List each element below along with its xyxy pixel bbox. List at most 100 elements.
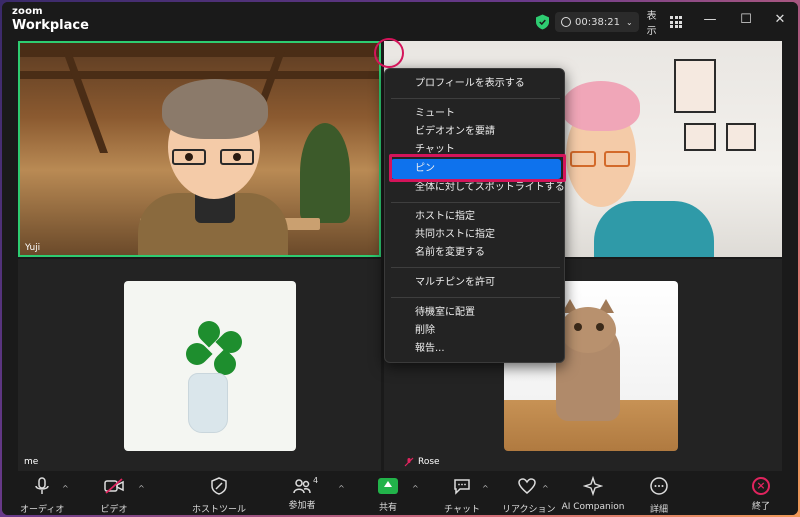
participants-label: 参加者 <box>288 501 316 511</box>
glasses <box>604 151 630 167</box>
wall-frame <box>684 123 716 151</box>
ai-companion-label: AI Companion <box>561 502 625 512</box>
minimize-button[interactable]: — <box>702 12 718 27</box>
menu-item-view-profile[interactable]: プロフィールを表示する <box>415 75 560 93</box>
meeting-timer[interactable]: 00:38:21 ⌄ <box>555 12 639 32</box>
reactions-button[interactable]: リアクション <box>502 476 556 515</box>
eye <box>233 153 241 161</box>
wall-frame <box>726 123 756 151</box>
chevron-up-icon[interactable]: ^ <box>542 484 549 493</box>
chevron-down-icon: ⌄ <box>625 17 633 27</box>
audio-label: オーディオ <box>20 505 65 515</box>
participant-name-me: me <box>24 457 39 467</box>
end-button[interactable]: × 終了 <box>744 476 778 512</box>
share-button[interactable]: 共有 <box>370 476 406 513</box>
avatar-body <box>594 201 714 257</box>
mic-muted-icon <box>404 457 414 467</box>
clock-icon <box>561 17 572 27</box>
menu-item-request-video[interactable]: ビデオオンを要請 <box>415 123 560 141</box>
share-icon-wrap <box>378 478 398 498</box>
menu-item-remove[interactable]: 削除 <box>415 322 560 340</box>
brand-bottom: Workplace <box>12 18 89 33</box>
chevron-up-icon[interactable]: ^ <box>338 484 345 493</box>
menu-item-waiting-room[interactable]: 待機室に配置 <box>415 304 560 322</box>
video-tile-me[interactable]: me <box>18 259 381 471</box>
audio-button[interactable]: オーディオ <box>20 476 64 515</box>
people-icon <box>293 479 311 494</box>
chat-label: チャット <box>444 505 480 515</box>
participants-button[interactable]: 4 参加者 <box>280 476 324 511</box>
sparkle-icon <box>582 475 604 497</box>
zoom-window: zoom Workplace 00:38:21 ⌄ 表示 — ☐ ✕ Yuji … <box>2 2 798 515</box>
participants-icon: 4 <box>287 476 319 496</box>
menu-item-mute[interactable]: ミュート <box>415 105 560 123</box>
menu-item-make-cohost[interactable]: 共同ホストに指定 <box>415 226 560 244</box>
end-call-icon: × <box>752 477 770 495</box>
profile-picture-clover <box>124 281 296 451</box>
menu-item-make-host[interactable]: ホストに指定 <box>415 208 560 226</box>
avatar-hair <box>162 79 268 139</box>
host-tools-label: ホストツール <box>192 505 247 515</box>
shield-icon <box>211 477 227 495</box>
chevron-up-icon[interactable]: ^ <box>138 484 145 493</box>
video-off-icon <box>104 478 124 494</box>
roof-truss <box>59 43 109 153</box>
plant <box>300 123 350 223</box>
ceiling-beam <box>20 43 379 57</box>
close-button[interactable]: ✕ <box>772 12 788 27</box>
menu-separator <box>391 267 560 268</box>
rose-name-tag: Rose <box>404 457 440 467</box>
ai-companion-button[interactable]: AI Companion <box>558 475 628 512</box>
annotation-circle <box>374 38 404 68</box>
participant-name-rose: Rose <box>418 457 440 467</box>
view-label: 表示 <box>646 11 657 37</box>
video-label: ビデオ <box>100 505 128 515</box>
menu-item-rename[interactable]: 名前を変更する <box>415 244 560 262</box>
chevron-up-icon[interactable]: ^ <box>62 484 69 493</box>
end-icon-wrap: × <box>751 477 771 497</box>
reactions-label: リアクション <box>502 505 556 515</box>
chevron-up-icon[interactable]: ^ <box>412 484 419 493</box>
wall-frame <box>674 59 716 113</box>
avatar-hair <box>562 81 640 131</box>
participant-name-yuji: Yuji <box>25 243 41 253</box>
maximize-button[interactable]: ☐ <box>738 12 754 27</box>
chat-bubble-icon <box>454 479 470 495</box>
glass-vase <box>188 373 228 433</box>
cat-eye <box>596 323 604 331</box>
share-arrow-icon <box>378 478 398 494</box>
shield-icon[interactable] <box>536 14 550 30</box>
meeting-info: 00:38:21 ⌄ 表示 <box>532 11 682 37</box>
timer-text: 00:38:21 <box>575 16 620 28</box>
more-dots-icon <box>650 477 668 495</box>
chat-button[interactable]: チャット <box>442 476 482 515</box>
grid-icon <box>670 16 682 28</box>
menu-item-report[interactable]: 報告... <box>415 340 560 358</box>
brand-top: zoom <box>12 6 43 17</box>
eye <box>185 153 193 161</box>
menu-item-allow-multipin[interactable]: マルチピンを許可 <box>415 274 560 292</box>
view-button[interactable]: 表示 <box>647 7 682 37</box>
video-button[interactable]: ビデオ <box>94 476 134 515</box>
video-tile-yuji[interactable]: Yuji <box>18 41 381 257</box>
menu-separator <box>391 98 560 99</box>
more-button[interactable]: 詳細 <box>642 476 676 515</box>
title-bar: zoom Workplace 00:38:21 ⌄ 表示 — ☐ ✕ <box>2 2 798 40</box>
participant-context-menu: プロフィールを表示する ミュート ビデオオンを要請 チャット ピン 全体に対して… <box>384 68 565 363</box>
annotation-highlight-box <box>389 154 566 182</box>
cat-head <box>560 307 616 353</box>
end-label: 終了 <box>751 502 770 512</box>
menu-separator <box>391 297 560 298</box>
glasses <box>570 151 596 167</box>
heart-icon <box>518 478 536 494</box>
cat-eye <box>574 323 582 331</box>
zoom-logo: zoom Workplace <box>12 6 89 33</box>
host-tools-button[interactable]: ホストツール <box>192 476 246 515</box>
participant-count: 4 <box>313 476 319 485</box>
microphone-icon <box>35 477 49 494</box>
more-label: 詳細 <box>649 505 668 515</box>
chevron-up-icon[interactable]: ^ <box>482 484 489 493</box>
share-label: 共有 <box>378 503 397 513</box>
meeting-toolbar: オーディオ ^ ビデオ ^ ホストツール 4 参加者 ^ 共有 ^ チャット ^… <box>2 472 798 515</box>
menu-separator <box>391 202 560 203</box>
